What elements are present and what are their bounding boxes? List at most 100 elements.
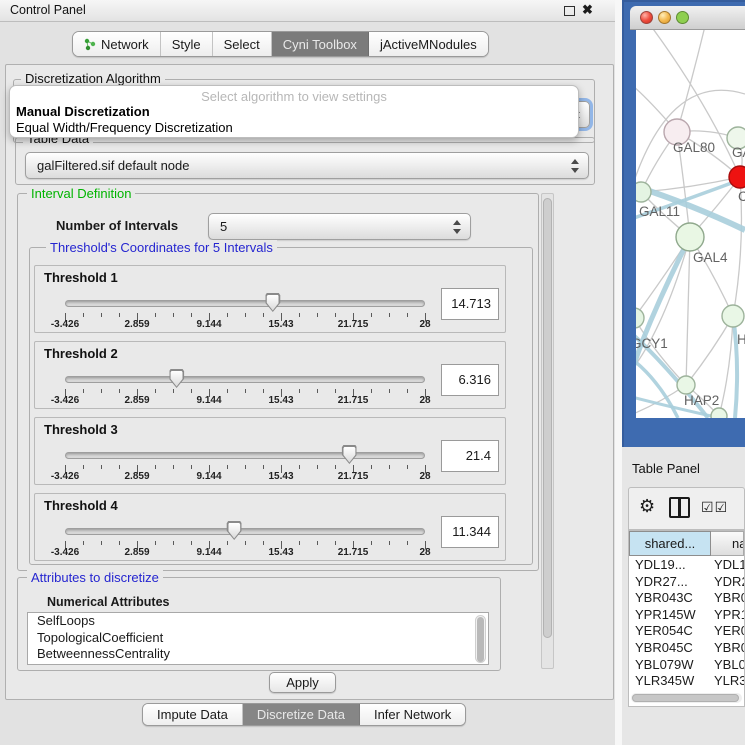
table-row[interactable]: YBR043CYBR0: [629, 590, 744, 607]
number-of-intervals-combo[interactable]: 5: [208, 213, 471, 240]
panel-scrollbar-thumb[interactable]: [543, 198, 552, 638]
network-node-label: GAL4: [693, 250, 728, 265]
attributes-group-title: Attributes to discretize: [27, 570, 163, 585]
network-node-label: GCY1: [636, 336, 668, 351]
attributes-list-scrollbar-thumb[interactable]: [477, 617, 484, 662]
table-horizontal-scrollbar-thumb[interactable]: [632, 694, 739, 702]
combo-arrows-icon: [570, 158, 579, 174]
slider-thumb[interactable]: [227, 521, 242, 540]
table-cell-name[interactable]: YLR3: [711, 673, 744, 690]
threshold-3-box: Threshold 3-3.4262.8599.14415.4321.71528…: [34, 417, 506, 485]
apply-button[interactable]: Apply: [269, 672, 336, 693]
table-horizontal-scrollbar[interactable]: [631, 693, 742, 703]
tab-network[interactable]: Network: [73, 32, 161, 56]
threshold-value-field[interactable]: 11.344: [441, 516, 499, 548]
tab-select[interactable]: Select: [213, 32, 272, 56]
tab-cyni-toolbox[interactable]: Cyni Toolbox: [272, 32, 369, 56]
table-row[interactable]: YER054CYER0: [629, 623, 744, 640]
network-node[interactable]: [677, 376, 695, 394]
slider-track[interactable]: [65, 300, 425, 307]
table-row[interactable]: YBL079WYBL0: [629, 657, 744, 674]
tab-impute-data[interactable]: Impute Data: [143, 704, 243, 725]
minimize-traffic-light[interactable]: [658, 11, 671, 24]
table-cell-shared-name[interactable]: YBR045C: [629, 640, 711, 657]
threshold-label: Threshold 2: [44, 346, 118, 361]
network-node-label: C: [738, 189, 745, 204]
network-node-label: HAP2: [684, 393, 719, 408]
interval-definition-group-title: Interval Definition: [27, 186, 135, 201]
panel-divider[interactable]: [615, 0, 622, 745]
network-node[interactable]: [636, 182, 651, 202]
table-cell-name[interactable]: YBL0: [711, 657, 744, 674]
network-node[interactable]: [722, 305, 744, 327]
slider-thumb[interactable]: [169, 369, 184, 388]
table-cell-name[interactable]: YER0: [711, 623, 744, 640]
tab-discretize-data[interactable]: Discretize Data: [243, 704, 360, 725]
threshold-value-field[interactable]: 14.713: [441, 288, 499, 320]
table-cell-name[interactable]: YDR2: [711, 574, 744, 591]
zoom-traffic-light[interactable]: [676, 11, 689, 24]
table-cell-shared-name[interactable]: YLR345W: [629, 673, 711, 690]
network-node[interactable]: [711, 408, 727, 418]
table-row[interactable]: YLR345WYLR3: [629, 673, 744, 690]
table-row[interactable]: YDL19...YDL1: [629, 557, 744, 574]
checkbox-icons[interactable]: ☑☑: [701, 499, 728, 516]
table-data-selected-value: galFiltered.sif default node: [37, 158, 189, 173]
network-canvas[interactable]: GAL80GACGAL11GAL4GCY1HHAP2: [636, 30, 745, 418]
slider-track[interactable]: [65, 528, 425, 535]
gear-icon[interactable]: ⚙: [639, 496, 655, 517]
table-cell-shared-name[interactable]: YER054C: [629, 623, 711, 640]
tab-jactivemnodules[interactable]: jActiveMNodules: [369, 32, 488, 56]
table-cell-shared-name[interactable]: YDL19...: [629, 557, 711, 574]
algorithm-option-equal-width[interactable]: Equal Width/Frequency Discretization: [10, 120, 578, 136]
table-cell-shared-name[interactable]: YBR043C: [629, 590, 711, 607]
attribute-list-item[interactable]: BetweennessCentrality: [28, 646, 488, 663]
slider-thumb[interactable]: [342, 445, 357, 464]
number-of-intervals-label: Number of Intervals: [56, 218, 178, 233]
tab-label: Impute Data: [157, 707, 228, 722]
slider-thumb[interactable]: [265, 293, 280, 312]
table-data-combo[interactable]: galFiltered.sif default node: [25, 152, 589, 179]
table-cell-name[interactable]: YBR0: [711, 590, 744, 607]
numerical-attributes-list[interactable]: SelfLoopsTopologicalCoefficientBetweenne…: [27, 612, 489, 665]
close-icon[interactable]: ✖: [582, 2, 593, 18]
close-traffic-light[interactable]: [640, 11, 653, 24]
tab-label: Discretize Data: [257, 707, 345, 722]
table-row[interactable]: YPR145WYPR1: [629, 607, 744, 624]
tab-label: Style: [172, 37, 201, 52]
threshold-value-field[interactable]: 6.316: [441, 364, 499, 396]
table-cell-shared-name[interactable]: YPR145W: [629, 607, 711, 624]
column-header-name[interactable]: name: [711, 531, 744, 556]
table-cell-name[interactable]: YBR0: [711, 640, 744, 657]
column-header-shared-name[interactable]: shared...: [629, 531, 711, 556]
tab-infer-network[interactable]: Infer Network: [360, 704, 465, 725]
threshold-value-field[interactable]: 21.4: [441, 440, 499, 472]
table-row[interactable]: YBR045CYBR0: [629, 640, 744, 657]
network-node-label: GAL80: [673, 140, 715, 155]
control-panel-titlebar: Control Panel ✖: [0, 0, 618, 22]
bottom-tabbar: Impute Data Discretize Data Infer Network: [142, 703, 466, 726]
discretization-algorithm-group-title: Discretization Algorithm: [21, 71, 165, 86]
table-row[interactable]: YDR27...YDR2: [629, 574, 744, 591]
panel-scrollbar[interactable]: [541, 193, 554, 669]
threshold-label: Threshold 3: [44, 422, 118, 437]
network-node[interactable]: [636, 308, 644, 328]
threshold-2-box: Threshold 2-3.4262.8599.14415.4321.71528…: [34, 341, 506, 409]
attribute-list-item[interactable]: TopologicalCoefficient: [28, 630, 488, 647]
table-cell-name[interactable]: YDL1: [711, 557, 744, 574]
attribute-list-item[interactable]: SelfLoops: [28, 613, 488, 630]
attributes-list-scrollbar[interactable]: [475, 615, 486, 663]
tab-style[interactable]: Style: [161, 32, 213, 56]
float-window-icon[interactable]: [564, 6, 575, 16]
tab-label: jActiveMNodules: [380, 37, 477, 52]
columns-icon[interactable]: [669, 497, 690, 518]
table-cell-shared-name[interactable]: YBL079W: [629, 657, 711, 674]
table-cell-name[interactable]: YPR1: [711, 607, 744, 624]
network-node[interactable]: [676, 223, 704, 251]
algorithm-option-manual[interactable]: Manual Discretization: [10, 104, 578, 120]
network-window-titlebar[interactable]: [630, 6, 745, 30]
table-cell-shared-name[interactable]: YDR27...: [629, 574, 711, 591]
slider-track[interactable]: [65, 376, 425, 383]
network-node[interactable]: [729, 166, 745, 188]
slider-track[interactable]: [65, 452, 425, 459]
